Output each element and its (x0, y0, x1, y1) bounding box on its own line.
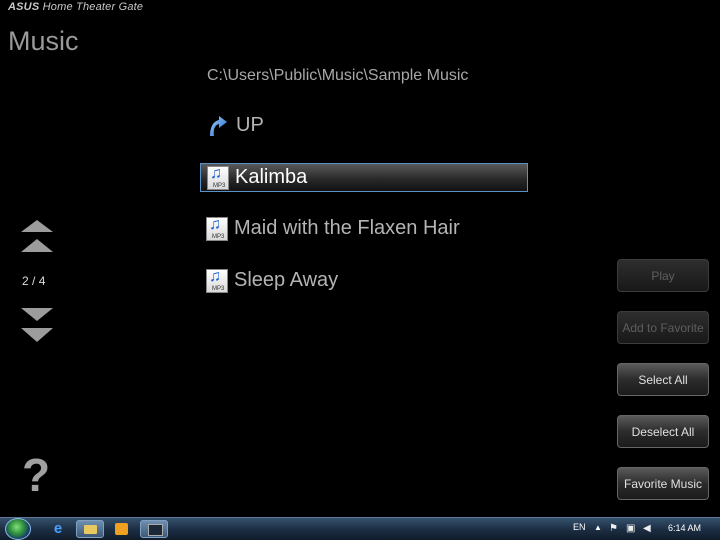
media-player-icon[interactable] (108, 520, 136, 538)
help-icon[interactable]: ? (22, 448, 50, 502)
list-item-label: UP (236, 114, 264, 136)
clock[interactable]: 6:14 AM (668, 523, 701, 533)
list-item-label: Kalimba (235, 166, 308, 188)
asus-logo: ASUS (8, 1, 40, 13)
up-arrow-icon (210, 115, 227, 136)
list-item-maid-with-the-flaxen-hair[interactable]: ♫ MP3 Maid with the Flaxen Hair (200, 215, 526, 242)
add-to-favorite-button[interactable]: Add to Favorite (617, 311, 709, 344)
chevron-down-icon (21, 308, 53, 321)
home-theater-gate-taskbar-icon[interactable] (140, 520, 168, 538)
network-icon[interactable]: ▣ (626, 523, 635, 534)
app-brand: ASUS Home Theater Gate (8, 1, 143, 13)
language-indicator[interactable]: EN (573, 522, 586, 532)
folder-path: C:\Users\Public\Music\Sample Music (207, 67, 469, 84)
taskbar: e EN ▲ ⚑ ▣ ◀ 6:14 AM (0, 517, 720, 540)
page-up-button[interactable] (20, 219, 54, 255)
list-item-kalimba[interactable]: ♫ MP3 Kalimba (200, 163, 528, 192)
list-item-label: Sleep Away (234, 269, 339, 291)
chevron-up-icon (21, 239, 53, 252)
page-down-button[interactable] (20, 306, 54, 344)
play-button[interactable]: Play (617, 259, 709, 292)
internet-explorer-icon[interactable]: e (44, 520, 72, 538)
select-all-button[interactable]: Select All (617, 363, 709, 396)
list-item-label: Maid with the Flaxen Hair (234, 217, 460, 239)
mp3-file-icon: ♫ MP3 (206, 216, 228, 241)
deselect-all-button[interactable]: Deselect All (617, 415, 709, 448)
chevron-up-icon (21, 220, 53, 232)
tray-expand-icon[interactable]: ▲ (594, 523, 602, 532)
explorer-folder-icon[interactable] (76, 520, 104, 538)
volume-icon[interactable]: ◀ (643, 523, 651, 534)
list-item-sleep-away[interactable]: ♫ MP3 Sleep Away (200, 267, 526, 294)
page-counter: 2 / 4 (22, 274, 46, 288)
app-name: Home Theater Gate (42, 1, 144, 13)
flag-icon[interactable]: ⚑ (609, 523, 618, 534)
start-button[interactable] (5, 518, 31, 540)
list-item-up[interactable]: UP (200, 112, 526, 139)
mp3-file-icon: ♫ MP3 (207, 165, 229, 190)
chevron-down-icon (21, 328, 53, 342)
section-title: Music (8, 26, 79, 56)
favorite-music-button[interactable]: Favorite Music (617, 467, 709, 500)
mp3-file-icon: ♫ MP3 (206, 268, 228, 293)
